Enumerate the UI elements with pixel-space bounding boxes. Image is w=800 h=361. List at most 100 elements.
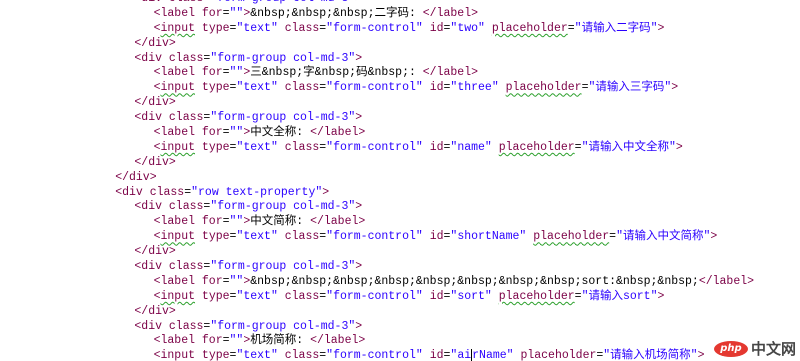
code-token-tag (195, 349, 202, 361)
code-line[interactable]: <div class="form-group col-md-3"> (0, 52, 800, 67)
code-token-attr: id (429, 21, 444, 35)
code-token-tag: </label> (698, 274, 755, 288)
code-token-attr: placeholder (505, 81, 582, 95)
code-token-tag: </div> (134, 245, 176, 259)
code-token-tag: > (657, 21, 665, 35)
code-token-eq: = (574, 289, 582, 303)
code-token-attr: class (169, 0, 204, 5)
code-area[interactable]: <div class="form-group col-md-3"><label … (0, 0, 800, 361)
code-token-str: "请输入sort" (581, 289, 658, 303)
code-token-tag (195, 230, 202, 243)
code-token-attr: class (284, 230, 320, 244)
code-line[interactable]: <label for="">&nbsp;&nbsp;&nbsp;&nbsp;&n… (0, 275, 800, 290)
code-token-str: "form-control" (326, 81, 430, 95)
code-token-str: "请输入中文简称" (616, 230, 711, 244)
code-token-tag: > (355, 0, 362, 5)
code-token-tag: <div (134, 319, 169, 333)
code-token-attr: placeholder (498, 140, 575, 154)
code-token-tag: <div (134, 51, 169, 65)
code-line[interactable]: </div> (0, 305, 800, 320)
code-token-tag: > (675, 140, 683, 154)
code-token-str: "" (229, 126, 244, 140)
code-line[interactable]: <label for="">机场简称: </label> (0, 334, 800, 349)
code-line[interactable]: <div class="form-group col-md-3"> (0, 260, 800, 275)
code-line[interactable]: </div> (0, 156, 800, 171)
code-token-tag: <label (153, 6, 202, 20)
code-token-str: "row text-property" (191, 185, 323, 199)
code-token-str: "three" (450, 81, 506, 95)
code-token-tag: </label> (422, 6, 478, 20)
code-token-tag: </label> (422, 66, 478, 80)
code-token-attr: for (201, 274, 223, 288)
code-token-str: "sort" (450, 289, 499, 303)
code-token-tag: input (160, 21, 196, 35)
code-line[interactable]: <div class="form-group col-md-3"> (0, 320, 800, 335)
code-line[interactable]: <input type="text" class="form-control" … (0, 22, 800, 37)
code-line[interactable]: </div> (0, 37, 800, 52)
code-line[interactable]: <label for="">中文简称: </label> (0, 215, 800, 230)
code-token-attr: class (168, 200, 204, 214)
code-token-txt: &nbsp;&nbsp;&nbsp;二字码: (250, 6, 423, 20)
code-line[interactable]: <label for="">三&nbsp;字&nbsp;码&nbsp;: </l… (0, 66, 800, 81)
code-token-tag: input (160, 140, 196, 154)
code-token-str: "form-control" (326, 230, 430, 244)
code-token-attr: for (201, 334, 223, 348)
code-token-str: "text" (236, 230, 285, 244)
code-token-str: "form-group col-md-3" (210, 319, 356, 333)
code-line[interactable]: </div> (0, 245, 800, 260)
code-token-attr: class (168, 260, 204, 274)
code-line[interactable]: </div> (0, 96, 800, 111)
code-line[interactable]: <div class="form-group col-md-3"> (0, 0, 800, 7)
code-editor[interactable]: <div class="form-group col-md-3"><label … (0, 0, 800, 361)
code-token-str: "form-control" (326, 349, 430, 361)
code-token-tag: < (153, 349, 161, 361)
code-token-str: "" (229, 274, 244, 288)
code-token-tag: input (160, 81, 196, 95)
code-line[interactable]: <div class="form-group col-md-3"> (0, 111, 800, 126)
code-token-tag: </div> (134, 304, 176, 318)
code-line[interactable]: <input type="text" class="form-control" … (0, 141, 800, 156)
watermark: php 中文网 (713, 338, 796, 359)
code-token-attr: class (284, 289, 320, 303)
code-token-str: "form-control" (326, 140, 430, 154)
code-line[interactable]: <input type="text" class="form-control" … (0, 81, 800, 96)
code-line[interactable]: </div> (0, 171, 800, 186)
code-line[interactable]: <label for="">中文全称: </label> (0, 126, 800, 141)
code-token-attr: class (284, 140, 320, 154)
code-line[interactable]: <label for="">&nbsp;&nbsp;&nbsp;二字码: </l… (0, 7, 800, 22)
code-token-attr: for (201, 66, 223, 80)
code-token-tag: > (355, 111, 363, 125)
code-token-str: "name" (450, 140, 499, 154)
code-token-eq: = (574, 140, 582, 154)
code-token-txt: 中文简称: (250, 215, 311, 229)
code-token-attr: placeholder (520, 349, 597, 361)
code-token-str: "text" (236, 349, 285, 361)
code-token-str: "text" (236, 289, 285, 303)
code-token-tag: <label (153, 126, 202, 140)
code-token-tag: </label> (310, 334, 366, 348)
code-line[interactable]: <input type="text" class="form-control" … (0, 349, 800, 361)
code-token-tag: <label (153, 66, 202, 80)
code-line[interactable]: <div class="form-group col-md-3"> (0, 200, 800, 215)
code-token-tag: < (153, 230, 161, 244)
watermark-text: 中文网 (750, 340, 796, 358)
code-token-str: "请输入二字码" (574, 21, 658, 35)
code-token-tag: <div (134, 0, 169, 5)
code-token-tag (195, 22, 202, 35)
code-token-attr: class (284, 349, 320, 361)
code-line[interactable]: <input type="text" class="form-control" … (0, 230, 800, 245)
php-logo-icon: php (713, 340, 748, 357)
code-token-attr: class (284, 21, 320, 35)
code-token-attr: id (429, 349, 444, 361)
code-token-eq: = (567, 21, 575, 35)
code-line[interactable]: <input type="text" class="form-control" … (0, 290, 800, 305)
code-token-txt: 三&nbsp;字&nbsp;码&nbsp;: (250, 66, 423, 80)
code-token-tag: > (671, 81, 679, 95)
code-token-str: "text" (236, 140, 285, 154)
code-token-tag (195, 290, 202, 303)
code-token-tag: > (355, 319, 363, 333)
code-token-tag: </div> (134, 36, 176, 50)
code-line[interactable]: <div class="row text-property"> (0, 186, 800, 201)
code-token-attr: for (201, 6, 223, 20)
code-token-tag: </div> (134, 96, 176, 110)
